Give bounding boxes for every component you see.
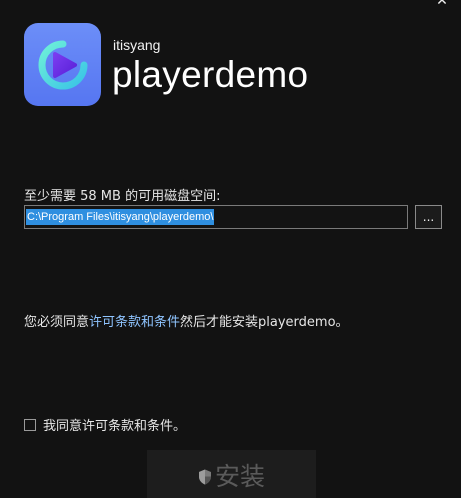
install-button[interactable]: 安装 (147, 450, 316, 498)
close-icon: ✕ (436, 0, 448, 9)
install-path-input[interactable]: C:\Program Files\itisyang\playerdemo\ (24, 205, 408, 229)
agree-label[interactable]: 我同意许可条款和条件。 (43, 415, 186, 434)
play-logo-icon (38, 40, 87, 89)
install-path-value: C:\Program Files\itisyang\playerdemo\ (26, 209, 215, 225)
product-name: playerdemo (112, 54, 309, 95)
shield-icon (198, 469, 211, 485)
agree-checkbox[interactable] (24, 418, 36, 431)
install-button-content: 安装 (198, 462, 265, 492)
app-logo (24, 23, 101, 106)
license-message: 您必须同意许可条款和条件然后才能安装playerdemo。 (24, 311, 349, 330)
disk-space-label: 至少需要 58 MB 的可用磁盘空间: (24, 189, 221, 204)
license-message-suffix: 然后才能安装playerdemo。 (180, 315, 349, 330)
license-terms-link[interactable]: 许可条款和条件 (89, 315, 180, 330)
agree-row[interactable]: 我同意许可条款和条件。 (24, 415, 186, 434)
install-button-label: 安装 (214, 462, 265, 491)
vendor-name: itisyang (113, 37, 161, 53)
license-message-prefix: 您必须同意 (24, 315, 90, 330)
browse-button[interactable]: ... (415, 205, 442, 229)
installer-window: ✕ itisyang playerdemo 至少需要 58 MB 的可用磁盘空间… (0, 0, 461, 498)
close-button[interactable]: ✕ (433, 0, 451, 10)
